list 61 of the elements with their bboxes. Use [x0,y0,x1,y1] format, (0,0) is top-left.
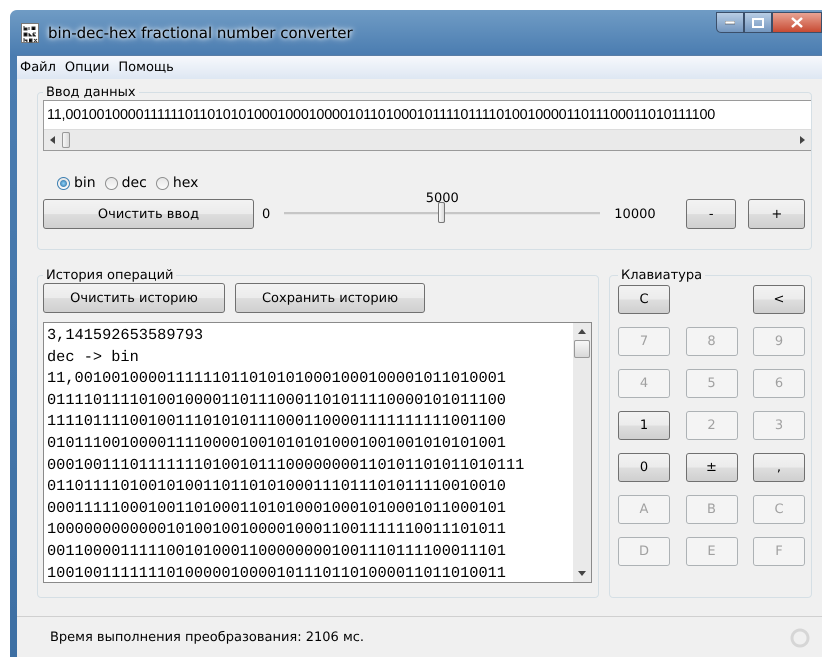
history-button[interactable]: Очистить историю [43,283,225,313]
history-line: 00011111000100110100011010100010001010001011000101 [47,498,507,519]
circle-icon [790,628,810,648]
slider-thumb[interactable] [438,202,446,223]
history-line: 0001001110111111101001011100000000110101101011010111 [47,454,526,476]
clear-input-button[interactable]: Очистить ввод [43,199,254,229]
radio-option[interactable]: hex [156,175,198,191]
key-button[interactable]: < [753,285,805,314]
scroll-right-icon [799,136,805,144]
key-button[interactable]: , [753,453,805,482]
app-icon [21,22,39,42]
scroll-thumb[interactable] [574,340,590,358]
key-button[interactable]: 0 [618,453,670,482]
history-text-area[interactable] [43,322,592,583]
menu-item[interactable]: Файл [20,60,56,75]
scroll-down-icon [578,571,586,576]
history-line: 01101111010010100110110101000111011101011110010010 [47,476,507,498]
history-button[interactable]: Сохранить историю [235,283,425,313]
radio-button[interactable] [104,176,118,190]
history-line: 00110000111110010100011000000001001110111100011101 [47,540,507,562]
slider-min-label: 0 [262,207,270,222]
group-title: Клавиатура [620,268,704,283]
maximize-button[interactable] [744,12,772,33]
minimize-button[interactable] [716,12,744,33]
history-line: dec -> bin [47,346,140,368]
group-title: История операций [45,268,174,283]
vertical-scrollbar[interactable] [573,323,591,582]
scroll-left-icon [50,136,56,144]
history-line: 10000000000001010010010000100011001111110011101011 [47,519,507,540]
maximize-icon [752,18,764,28]
horizontal-scrollbar[interactable] [44,129,811,150]
radio-button[interactable] [156,176,169,190]
close-button[interactable] [772,12,822,33]
radio-label: bin [74,175,96,191]
scroll-up-icon [578,329,586,334]
scroll-thumb[interactable] [62,132,70,148]
radio-option[interactable]: dec [104,175,147,191]
window-title: bin-dec-hex fractional number converter [48,24,353,42]
group-title: Ввод данных [45,85,137,100]
radio-label: dec [122,175,147,191]
menu-item[interactable]: Опции [64,60,110,75]
key-button[interactable]: C [618,285,670,314]
step-button[interactable]: - [686,199,736,229]
step-button[interactable]: + [748,199,806,229]
menu-item[interactable]: Помощь [118,60,174,75]
slider-value: 5000 [426,191,459,206]
radio-option[interactable]: bin [57,175,96,191]
radio-button[interactable] [57,176,70,190]
status-text: Время выполнения преобразования: 2106 мс. [50,630,364,644]
minimize-icon [725,20,735,24]
history-line: 11,00100100001111110110101010001000100001011010001 [47,368,507,390]
key-button[interactable]: ± [686,453,738,482]
history-line: 01111011110100100001101110001101011110000101011100 [47,390,507,411]
close-icon [791,17,803,28]
history-line: 01011100100001111000010010101010001001001010101001 [47,432,507,454]
radio-label: hex [172,175,198,191]
history-line: 11110111100100111010101110001100001111111111001100 [47,411,507,432]
key-button[interactable]: 1 [618,411,670,440]
slider-max-label: 10000 [614,207,657,222]
history-line: 10010011111110100000100001011101101000011011010011 [47,562,507,582]
history-line: 3,141592653589793 [47,325,204,346]
